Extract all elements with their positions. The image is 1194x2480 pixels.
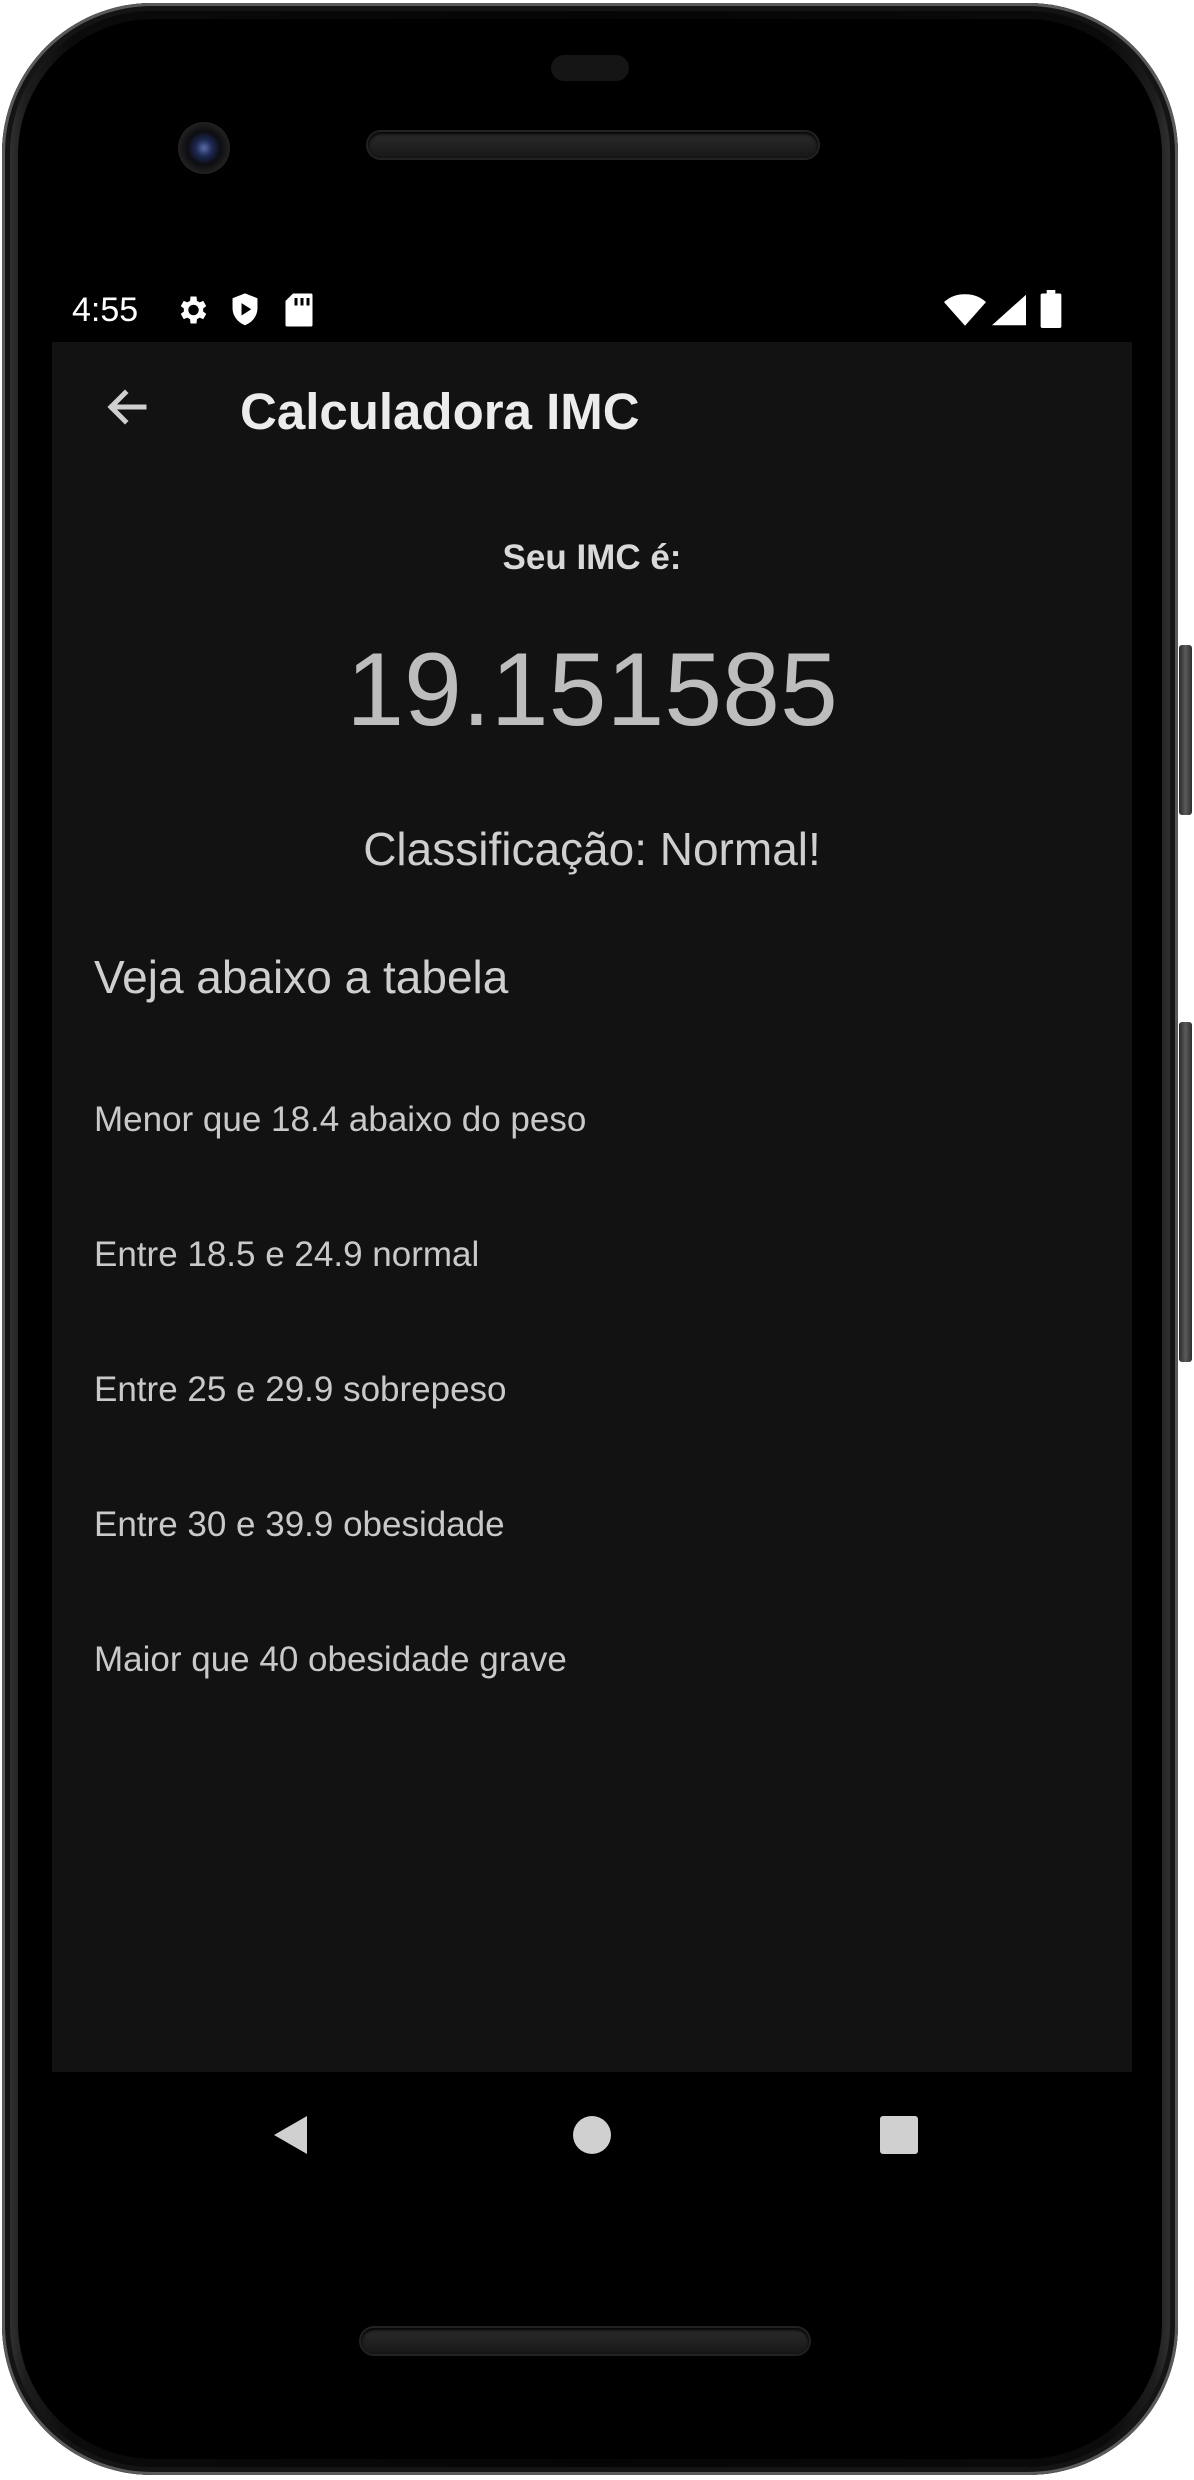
back-button[interactable] [92, 372, 162, 442]
wifi-icon [944, 294, 986, 331]
app-screen: Calculadora IMC Seu IMC é: 19.151585 Cla… [52, 342, 1132, 2072]
nav-recents-button[interactable] [864, 2100, 934, 2170]
arrow-left-icon [92, 389, 162, 446]
app-bar: Calculadora IMC [52, 342, 1132, 490]
cellular-signal-icon [992, 294, 1026, 331]
table-heading: Veja abaixo a tabela [94, 951, 509, 1003]
range-item-underweight: Menor que 18.4 abaixo do peso [94, 1100, 587, 1139]
range-item-overweight: Entre 25 e 29.9 sobrepeso [94, 1370, 507, 1409]
range-item-obesity: Entre 30 e 39.9 obesidade [94, 1505, 505, 1544]
home-circle-icon [557, 2116, 627, 2174]
status-bar: 4:55 [52, 280, 1132, 344]
top-sensor [551, 55, 629, 81]
imc-label: Seu IMC é: [502, 538, 682, 577]
navigation-bar [52, 2072, 1132, 2202]
front-camera [178, 122, 230, 174]
gear-icon [174, 292, 210, 333]
battery-icon [1040, 290, 1062, 333]
power-button [1179, 645, 1192, 815]
shield-play-icon [228, 292, 262, 333]
nav-back-button[interactable] [257, 2100, 327, 2170]
app-title: Calculadora IMC [240, 383, 640, 440]
range-item-severe-obesity: Maior que 40 obesidade grave [94, 1640, 567, 1679]
sd-card-icon [284, 292, 314, 333]
earpiece-speaker [368, 132, 818, 158]
nav-home-button[interactable] [557, 2100, 627, 2170]
classification-text: Classificação: Normal! [363, 823, 821, 875]
imc-value: 19.151585 [346, 632, 838, 748]
volume-button [1179, 1022, 1192, 1362]
back-triangle-icon [257, 2116, 327, 2174]
bottom-speaker [361, 2328, 809, 2354]
range-item-normal: Entre 18.5 e 24.9 normal [94, 1235, 480, 1274]
status-time: 4:55 [72, 291, 139, 329]
recents-square-icon [864, 2116, 934, 2174]
